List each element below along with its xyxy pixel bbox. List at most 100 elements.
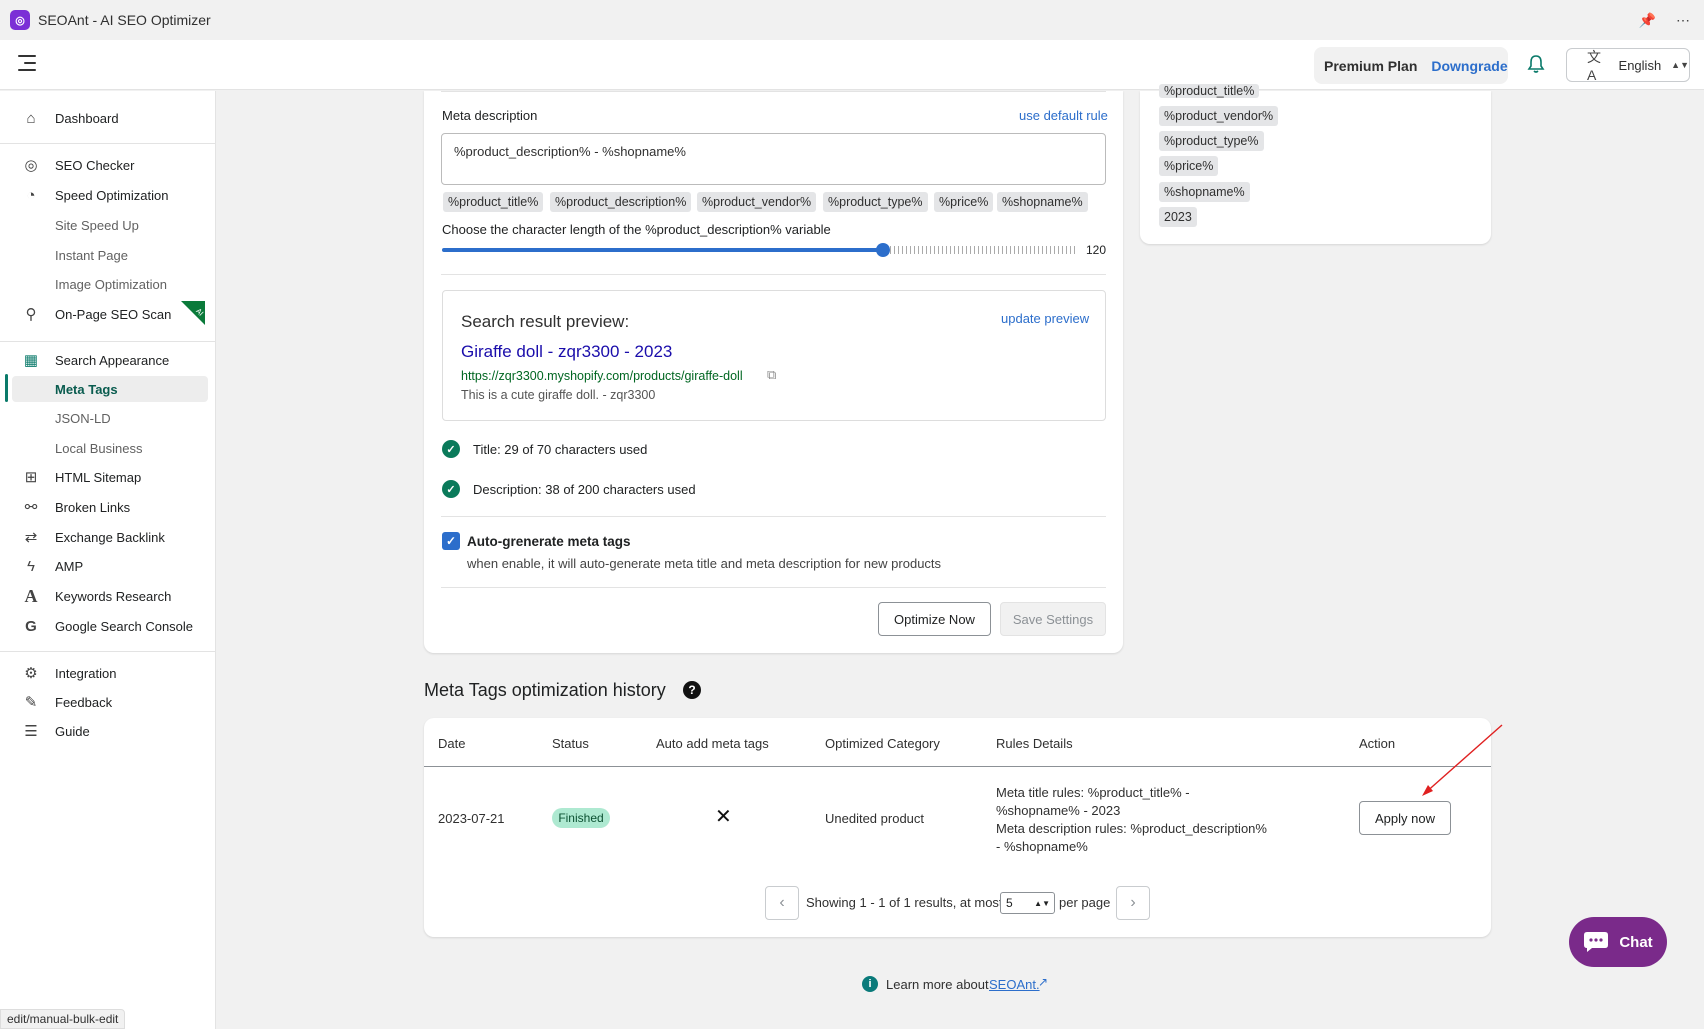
save-settings-button[interactable]: Save Settings: [1000, 602, 1106, 636]
next-page-button[interactable]: ›: [1116, 886, 1150, 920]
preview-heading: Search result preview:: [461, 312, 630, 331]
slider-value: 120: [1086, 243, 1107, 257]
seoant-link[interactable]: SEOAnt.: [989, 977, 1040, 992]
description-char-count: Description: 38 of 200 characters used: [473, 482, 696, 497]
speedometer-icon: ◔: [26, 186, 36, 204]
learn-more-text: Learn more about: [886, 977, 989, 992]
variable-tag[interactable]: %product_type%: [1159, 131, 1264, 151]
sidebar-item-site-speed-up[interactable]: Site Speed Up: [0, 212, 216, 238]
feedback-icon: ✎: [24, 694, 38, 711]
sidebar-item-json-ld[interactable]: JSON-LD: [0, 405, 216, 431]
more-icon[interactable]: ⋯: [1676, 12, 1690, 29]
variable-tag[interactable]: %product_title%: [443, 192, 544, 212]
title-char-count: Title: 29 of 70 characters used: [473, 442, 648, 457]
sidebar: ⌂ Dashboard ◎ SEO Checker ◔ Speed Optimi…: [0, 91, 216, 1029]
window-titlebar: ◎ SEOAnt - AI SEO Optimizer 📌 ⋯: [0, 0, 1704, 40]
variable-tag[interactable]: 2023: [1159, 207, 1197, 227]
sidebar-item-keywords-research[interactable]: A Keywords Research: [0, 583, 216, 609]
card-top-divider: [441, 91, 1106, 92]
sidebar-item-image-optimization[interactable]: Image Optimization: [0, 271, 216, 297]
app-header: Premium Plan Downgrade 文A English ▲▼: [0, 40, 1704, 90]
sidebar-item-feedback[interactable]: ✎ Feedback: [0, 689, 216, 715]
chat-label: Chat: [1619, 933, 1653, 951]
table-header-divider: [424, 766, 1491, 767]
sidebar-item-meta-tags[interactable]: Meta Tags: [12, 376, 208, 402]
variable-tag[interactable]: %product_vendor%: [1159, 106, 1279, 126]
language-select[interactable]: 文A English ▲▼: [1566, 48, 1690, 83]
select-arrows-icon: ▲▼: [1671, 60, 1689, 70]
preview-title: Giraffe doll - zqr3300 - 2023: [461, 342, 673, 361]
sidebar-item-search-appearance[interactable]: ▦ Search Appearance: [0, 347, 216, 373]
collapse-sidebar-icon[interactable]: [18, 55, 38, 75]
sidebar-item-html-sitemap[interactable]: ⊞ HTML Sitemap: [0, 464, 216, 490]
active-indicator: [5, 374, 8, 402]
letter-a-icon: A: [24, 585, 38, 606]
pin-icon[interactable]: 📌: [1639, 12, 1656, 29]
sidebar-item-integration[interactable]: ⚙ Integration: [0, 660, 216, 686]
column-header: Status: [552, 736, 589, 751]
select-arrows-icon: ▲▼: [1034, 898, 1050, 908]
slider-fill: [442, 248, 882, 252]
language-label: English: [1618, 57, 1662, 73]
google-icon: G: [25, 617, 37, 635]
check-circle-icon: ✓: [442, 440, 460, 458]
sitemap-icon: ⊞: [24, 469, 38, 486]
preview-description: This is a cute giraffe doll. - zqr3300: [461, 388, 656, 402]
auto-generate-checkbox[interactable]: ✓: [442, 532, 460, 550]
sidebar-item-google-search-console[interactable]: G Google Search Console: [0, 613, 216, 639]
browser-status-bar: edit/manual-bulk-edit: [0, 1009, 126, 1029]
column-header: Rules Details: [996, 736, 1073, 751]
sidebar-item-dashboard[interactable]: ⌂ Dashboard: [0, 105, 216, 131]
bell-icon[interactable]: [1527, 54, 1549, 76]
home-icon: ⌂: [26, 109, 36, 127]
help-icon[interactable]: ?: [683, 681, 701, 699]
use-default-rule-link[interactable]: use default rule: [1019, 108, 1108, 123]
exchange-icon: ⇄: [24, 529, 38, 546]
ai-badge-icon: AI: [181, 301, 205, 325]
search-preview-box: Search result preview: update preview Gi…: [442, 290, 1106, 421]
sidebar-item-guide[interactable]: ☰ Guide: [0, 718, 216, 744]
per-page-select[interactable]: 5 ▲▼: [1000, 892, 1055, 914]
sidebar-item-seo-checker[interactable]: ◎ SEO Checker: [0, 152, 216, 178]
chat-button[interactable]: Chat: [1569, 917, 1667, 967]
seo-checker-icon: ◎: [24, 157, 38, 174]
integration-icon: ⚙: [24, 665, 38, 682]
slider-thumb[interactable]: [876, 243, 890, 257]
window-title: SEOAnt - AI SEO Optimizer: [38, 12, 211, 28]
history-heading: Meta Tags optimization history: [424, 680, 666, 700]
update-preview-link[interactable]: update preview: [1001, 311, 1089, 326]
apply-now-button[interactable]: Apply now: [1359, 801, 1451, 835]
annotation-arrow: [1422, 724, 1503, 796]
sidebar-item-speed-optimization[interactable]: ◔ Speed Optimization: [0, 182, 216, 208]
sidebar-item-local-business[interactable]: Local Business: [0, 435, 216, 461]
seoant-logo-icon: ◎: [10, 10, 30, 30]
variable-tag[interactable]: %shopname%: [997, 192, 1088, 212]
row-rules-line: Meta description rules: %product_descrip…: [996, 821, 1267, 836]
sidebar-item-amp[interactable]: ϟ AMP: [0, 553, 216, 579]
variable-tag[interactable]: %shopname%: [1159, 182, 1250, 202]
close-icon: ✕: [715, 806, 732, 828]
slider-label: Choose the character length of the %prod…: [442, 222, 831, 237]
sidebar-item-exchange-backlink[interactable]: ⇄ Exchange Backlink: [0, 524, 216, 550]
row-rules-line: %shopname% - 2023: [996, 803, 1121, 818]
previous-page-button[interactable]: ‹: [765, 886, 799, 920]
meta-description-input[interactable]: %product_description% - %shopname%: [441, 133, 1106, 185]
variable-tag[interactable]: %product_description%: [550, 192, 692, 212]
guide-icon: ☰: [24, 723, 38, 740]
variable-tag[interactable]: %price%: [934, 192, 994, 212]
translate-icon: 文A: [1587, 49, 1601, 83]
per-page-value: 5: [1006, 896, 1013, 910]
variable-tag[interactable]: %product_vendor%: [697, 192, 817, 212]
sidebar-item-instant-page[interactable]: Instant Page: [0, 242, 216, 268]
copy-icon[interactable]: ⧉: [767, 367, 776, 383]
chat-bubble-icon: [1584, 932, 1609, 952]
section-divider: [441, 516, 1106, 517]
row-category: Unedited product: [825, 811, 925, 826]
optimize-now-button[interactable]: Optimize Now: [878, 602, 991, 636]
sidebar-item-broken-links[interactable]: ⚯ Broken Links: [0, 494, 216, 520]
auto-generate-label: Auto-grenerate meta tags: [467, 534, 631, 549]
variable-tag[interactable]: %product_type%: [823, 192, 928, 212]
downgrade-link[interactable]: Downgrade: [1431, 58, 1507, 74]
variable-tag[interactable]: %price%: [1159, 156, 1219, 176]
variable-tag[interactable]: %product_title%: [1159, 84, 1260, 98]
